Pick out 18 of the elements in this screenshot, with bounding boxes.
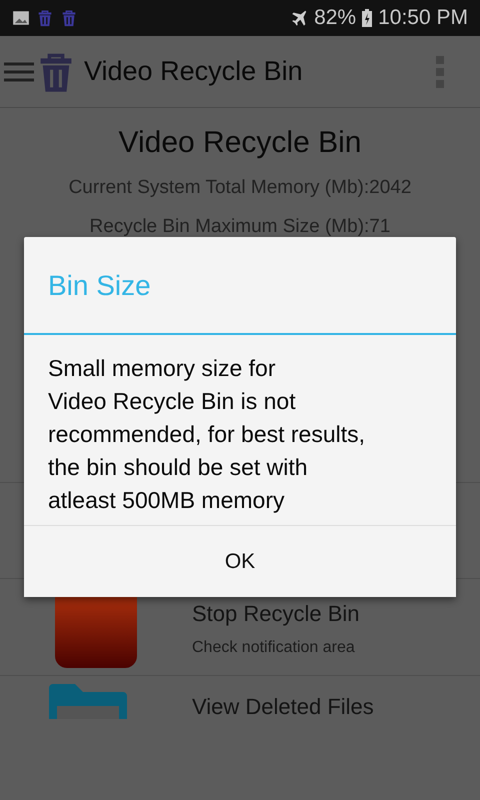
image-icon xyxy=(12,9,30,27)
battery-percent: 82% xyxy=(314,6,356,30)
more-options-icon[interactable] xyxy=(436,56,444,88)
dialog-title: Bin Size xyxy=(24,237,456,335)
memory-info: Recycle Bin Maximum Size (Mb):71 xyxy=(90,216,390,238)
action-title[interactable]: Stop Recycle Bin xyxy=(192,601,360,627)
action-subtitle: Check notification area xyxy=(192,639,356,657)
memory-info: Current System Total Memory (Mb):2042 xyxy=(68,177,412,199)
trash-icon xyxy=(60,9,78,27)
airplane-icon xyxy=(290,9,308,27)
clock-time: 10:50 PM xyxy=(378,6,468,30)
menu-icon[interactable] xyxy=(4,60,34,82)
battery-icon xyxy=(362,9,372,27)
ok-button[interactable]: OK xyxy=(24,526,456,597)
page-title: Video Recycle Bin xyxy=(118,126,362,160)
app-title: Video Recycle Bin xyxy=(84,56,304,87)
action-title[interactable]: View Deleted Files xyxy=(192,694,374,719)
trash-icon xyxy=(36,9,54,27)
